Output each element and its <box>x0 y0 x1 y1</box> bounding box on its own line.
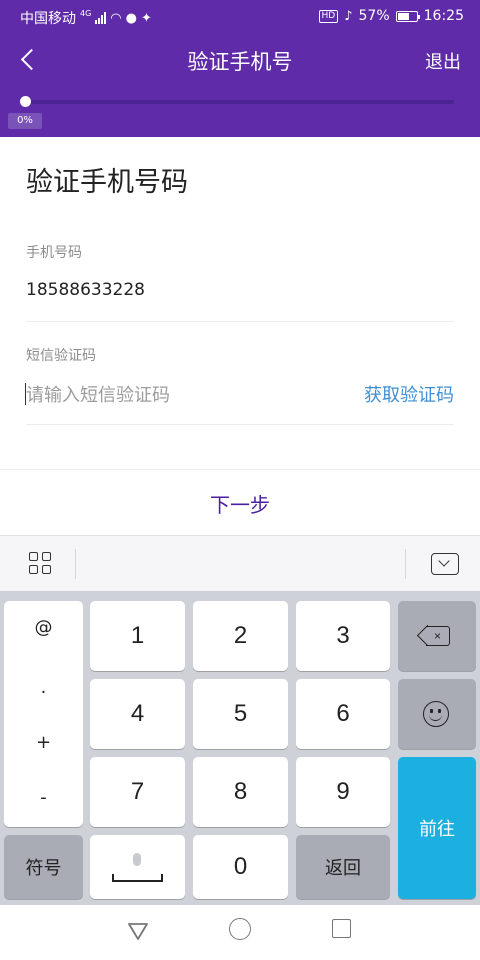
signal-icon <box>95 12 107 24</box>
key-8[interactable]: 8 <box>193 757 288 827</box>
key-3[interactable]: 3 <box>296 601 390 671</box>
phone-label: 手机号码 <box>26 245 82 261</box>
numeric-keyboard: @ . + - 1 2 3 4 5 6 7 8 9 符号 0 返回 × 前往 <box>0 591 480 905</box>
progress-percent-badge: 0% <box>8 113 42 129</box>
keyboard-menu-icon[interactable] <box>29 552 52 575</box>
keyboard-toolbar <box>0 535 480 591</box>
symbol-column: @ . + - <box>4 601 83 827</box>
phone-divider <box>26 321 454 322</box>
system-navigation-bar <box>0 905 480 960</box>
battery-percent: 57% <box>358 8 390 24</box>
hd-badge: HD <box>318 9 339 23</box>
symbol-key-at[interactable]: @ <box>4 617 83 638</box>
progress-track <box>24 100 454 104</box>
text-caret <box>25 383 26 405</box>
next-step-button[interactable]: 下一步 <box>0 489 480 518</box>
page-title: 验证手机号 <box>187 50 293 74</box>
symbol-key-dot[interactable]: . <box>4 677 83 698</box>
exit-button[interactable]: 退出 <box>425 48 461 74</box>
next-step-bar: 下一步 <box>0 469 480 535</box>
notification-icon: ✦ <box>140 10 152 26</box>
hide-keyboard-icon[interactable] <box>431 553 459 575</box>
wifi-icon: ◠ <box>110 10 122 26</box>
symbol-key-plus[interactable]: + <box>4 732 83 753</box>
get-code-button[interactable]: 获取验证码 <box>364 381 454 407</box>
space-key[interactable] <box>90 835 185 899</box>
microphone-icon <box>133 853 141 866</box>
sms-divider <box>26 424 454 425</box>
form-heading: 验证手机号码 <box>26 167 188 198</box>
message-icon: ● <box>125 10 137 26</box>
progress-knob <box>20 96 31 107</box>
toolbar-divider <box>405 549 406 579</box>
backspace-icon: × <box>420 626 452 646</box>
key-6[interactable]: 6 <box>296 679 390 749</box>
symbols-key[interactable]: 符号 <box>4 835 83 899</box>
clock: 16:25 <box>423 8 464 24</box>
key-4[interactable]: 4 <box>90 679 185 749</box>
status-bar: 中国移动 4G ◠ ● ✦ HD ♪ 57% 16:25 <box>0 0 480 34</box>
phone-field[interactable]: 18588633228 <box>26 280 145 300</box>
emoji-key[interactable] <box>398 679 476 749</box>
space-icon <box>112 874 163 882</box>
sms-code-input[interactable]: 请输入短信验证码 <box>26 381 170 407</box>
navigation-bar: 验证手机号 退出 <box>0 38 480 82</box>
back-triangle-icon[interactable] <box>127 920 149 942</box>
network-type: 4G <box>80 8 92 18</box>
key-7[interactable]: 7 <box>90 757 185 827</box>
sms-label: 短信验证码 <box>26 348 96 364</box>
emoji-icon <box>423 701 449 727</box>
backspace-key[interactable]: × <box>398 601 476 671</box>
key-5[interactable]: 5 <box>193 679 288 749</box>
recents-square-icon[interactable] <box>332 919 351 938</box>
mute-icon: ♪ <box>344 8 353 24</box>
key-2[interactable]: 2 <box>193 601 288 671</box>
key-1[interactable]: 1 <box>90 601 185 671</box>
key-9[interactable]: 9 <box>296 757 390 827</box>
battery-icon <box>395 10 420 22</box>
symbol-key-minus[interactable]: - <box>4 787 83 808</box>
carrier-label: 中国移动 <box>20 11 76 27</box>
toolbar-divider <box>75 549 76 579</box>
return-key[interactable]: 返回 <box>296 835 390 899</box>
key-0[interactable]: 0 <box>193 835 288 899</box>
go-key[interactable]: 前往 <box>398 757 476 899</box>
home-circle-icon[interactable] <box>229 918 251 940</box>
